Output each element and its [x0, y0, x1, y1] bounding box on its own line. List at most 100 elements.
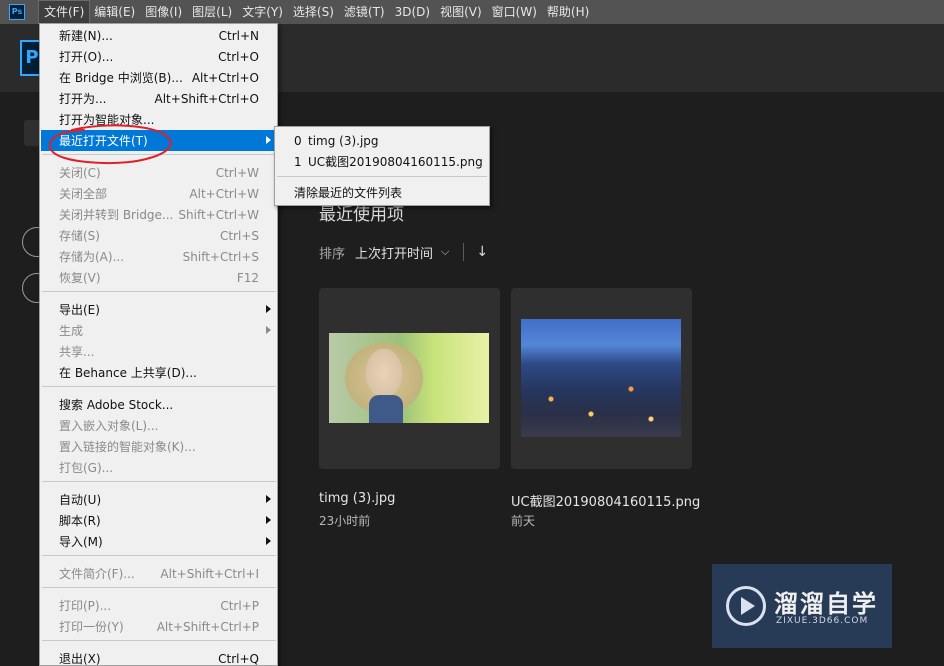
menu-view[interactable]: 视图(V): [435, 1, 487, 23]
menu-item-save[interactable]: 存储(S) Ctrl+S: [41, 225, 277, 246]
menu-item-print-one-copy[interactable]: 打印一份(Y) Alt+Shift+Ctrl+P: [41, 616, 277, 637]
menu-item-label: 生成: [59, 324, 84, 338]
menu-item-label: 最近打开文件(T): [59, 134, 148, 148]
sort-row: 排序 上次打开时间 ⌵ ↓: [319, 243, 488, 262]
menu-item-shortcut: Alt+Shift+Ctrl+P: [156, 619, 259, 634]
menu-item-label: 脚本(R): [59, 514, 101, 528]
menu-item-close-to-bridge[interactable]: 关闭并转到 Bridge... Shift+Ctrl+W: [41, 204, 277, 225]
menu-item-label: 打包(G)...: [59, 461, 114, 475]
menu-item-label: 共享...: [59, 345, 95, 359]
submenu-arrow-icon: [266, 305, 271, 313]
recent-file-item[interactable]: 1 UC截图20190804160115.png: [276, 151, 488, 172]
submenu-arrow-icon: [266, 136, 271, 144]
menu-item-open-as[interactable]: 打开为... Alt+Shift+Ctrl+O: [41, 88, 277, 109]
menu-item-place-embedded[interactable]: 置入嵌入对象(L)...: [41, 415, 277, 436]
menu-edit[interactable]: 编辑(E): [89, 1, 140, 23]
menu-item-place-linked[interactable]: 置入链接的智能对象(K)...: [41, 436, 277, 457]
menu-separator: [42, 154, 276, 155]
watermark-title: 溜溜自学: [774, 590, 878, 618]
file-thumbnail: [329, 333, 489, 423]
recent-file-item[interactable]: 0 timg (3).jpg: [276, 130, 488, 151]
submenu-arrow-icon: [266, 495, 271, 503]
sort-dropdown[interactable]: 上次打开时间: [355, 243, 433, 262]
menu-item-label: 在 Behance 上共享(D)...: [59, 366, 197, 380]
sort-direction-icon[interactable]: ↓: [476, 244, 488, 260]
menu-item-file-info[interactable]: 文件简介(F)... Alt+Shift+Ctrl+I: [41, 563, 277, 584]
menu-item-open[interactable]: 打开(O)... Ctrl+O: [41, 46, 277, 67]
photoshop-logo: Ps: [9, 4, 25, 20]
recent-file-label: UC截图20190804160115.png: [308, 155, 483, 169]
watermark-subtitle: ZIXUE.3D66.COM: [776, 616, 869, 626]
recent-file-card[interactable]: [511, 288, 692, 469]
menu-separator: [42, 481, 276, 482]
menu-item-print[interactable]: 打印(P)... Ctrl+P: [41, 595, 277, 616]
menu-item-label: 置入链接的智能对象(K)...: [59, 440, 196, 454]
submenu-arrow-icon: [266, 326, 271, 334]
recent-files-submenu: 0 timg (3).jpg 1 UC截图20190804160115.png …: [274, 126, 490, 206]
recent-file-name[interactable]: timg (3).jpg: [319, 491, 395, 506]
menu-item-revert[interactable]: 恢复(V) F12: [41, 267, 277, 288]
menu-item-share-behance[interactable]: 在 Behance 上共享(D)...: [41, 362, 277, 383]
menu-item-label: 导出(E): [59, 303, 100, 317]
menu-bar: Ps 文件(F) 编辑(E) 图像(I) 图层(L) 文字(Y) 选择(S) 滤…: [0, 0, 944, 24]
menu-item-save-as[interactable]: 存储为(A)... Shift+Ctrl+S: [41, 246, 277, 267]
menu-item-shortcut: Ctrl+N: [218, 28, 259, 43]
menu-item-close-all[interactable]: 关闭全部 Alt+Ctrl+W: [41, 183, 277, 204]
menu-item-new[interactable]: 新建(N)... Ctrl+N: [41, 25, 277, 46]
menu-item-close[interactable]: 关闭(C) Ctrl+W: [41, 162, 277, 183]
menu-3d[interactable]: 3D(D): [390, 1, 435, 23]
menu-item-label: 自动(U): [59, 493, 102, 507]
menu-separator: [42, 640, 276, 641]
menu-item-label: 新建(N)...: [59, 29, 113, 43]
menu-item-shortcut: Alt+Ctrl+W: [189, 186, 259, 201]
menu-item-label: 打印(P)...: [59, 599, 112, 613]
menu-item-import[interactable]: 导入(M): [41, 531, 277, 552]
menu-item-exit[interactable]: 退出(X) Ctrl+Q: [41, 648, 277, 666]
menu-item-shortcut: Ctrl+O: [218, 49, 259, 64]
menu-help[interactable]: 帮助(H): [542, 1, 594, 23]
recent-file-card[interactable]: [319, 288, 500, 469]
menu-select[interactable]: 选择(S): [288, 1, 339, 23]
menu-item-label: 退出(X): [59, 652, 101, 666]
menu-item-label: 打开(O)...: [59, 50, 114, 64]
menu-item-open-smart-object[interactable]: 打开为智能对象...: [41, 109, 277, 130]
menu-separator: [42, 386, 276, 387]
recent-file-label: timg (3).jpg: [308, 133, 379, 148]
menu-layer[interactable]: 图层(L): [187, 1, 237, 23]
menu-separator: [42, 555, 276, 556]
menu-item-export[interactable]: 导出(E): [41, 299, 277, 320]
menu-file[interactable]: 文件(F): [37, 0, 91, 24]
menu-item-shortcut: Ctrl+Q: [218, 651, 259, 666]
menu-item-recent-files[interactable]: 最近打开文件(T): [41, 130, 277, 151]
menu-item-automate[interactable]: 自动(U): [41, 489, 277, 510]
menu-item-shortcut: Ctrl+W: [215, 165, 259, 180]
sort-label: 排序: [319, 246, 346, 262]
menu-item-shortcut: Ctrl+S: [219, 228, 259, 243]
menu-item-label: 关闭(C): [59, 166, 101, 180]
menu-item-generate[interactable]: 生成: [41, 320, 277, 341]
file-menu-dropdown: 新建(N)... Ctrl+N 打开(O)... Ctrl+O 在 Bridge 中…: [39, 23, 278, 666]
menu-item-browse-bridge[interactable]: 在 Bridge 中浏览(B)... Alt+Ctrl+O: [41, 67, 277, 88]
menu-item-shortcut: F12: [236, 270, 259, 285]
clear-recent-button[interactable]: 清除最近的文件列表: [276, 182, 488, 203]
menu-item-shortcut: Alt+Ctrl+O: [191, 70, 259, 85]
menu-item-package[interactable]: 打包(G)...: [41, 457, 277, 478]
menu-item-label: 在 Bridge 中浏览(B)...: [59, 71, 183, 85]
menu-item-label: 置入嵌入对象(L)...: [59, 419, 159, 433]
menu-separator: [277, 176, 487, 177]
menu-type[interactable]: 文字(Y): [237, 1, 288, 23]
menu-item-label: 存储(S): [59, 229, 100, 243]
menu-filter[interactable]: 滤镜(T): [339, 1, 390, 23]
watermark-logo: 溜溜自学 ZIXUE.3D66.COM: [712, 564, 892, 648]
chevron-down-icon[interactable]: ⌵: [441, 245, 449, 259]
menu-item-shortcut: Alt+Shift+Ctrl+I: [160, 566, 259, 581]
menu-item-shortcut: Shift+Ctrl+S: [182, 249, 259, 264]
divider: [463, 243, 465, 261]
menu-window[interactable]: 窗口(W): [487, 1, 542, 23]
menu-item-scripts[interactable]: 脚本(R): [41, 510, 277, 531]
recent-file-name[interactable]: UC截图20190804160115.png: [511, 491, 700, 510]
menu-item-search-stock[interactable]: 搜索 Adobe Stock...: [41, 394, 277, 415]
menu-separator: [42, 291, 276, 292]
menu-item-share[interactable]: 共享...: [41, 341, 277, 362]
menu-image[interactable]: 图像(I): [140, 1, 187, 23]
